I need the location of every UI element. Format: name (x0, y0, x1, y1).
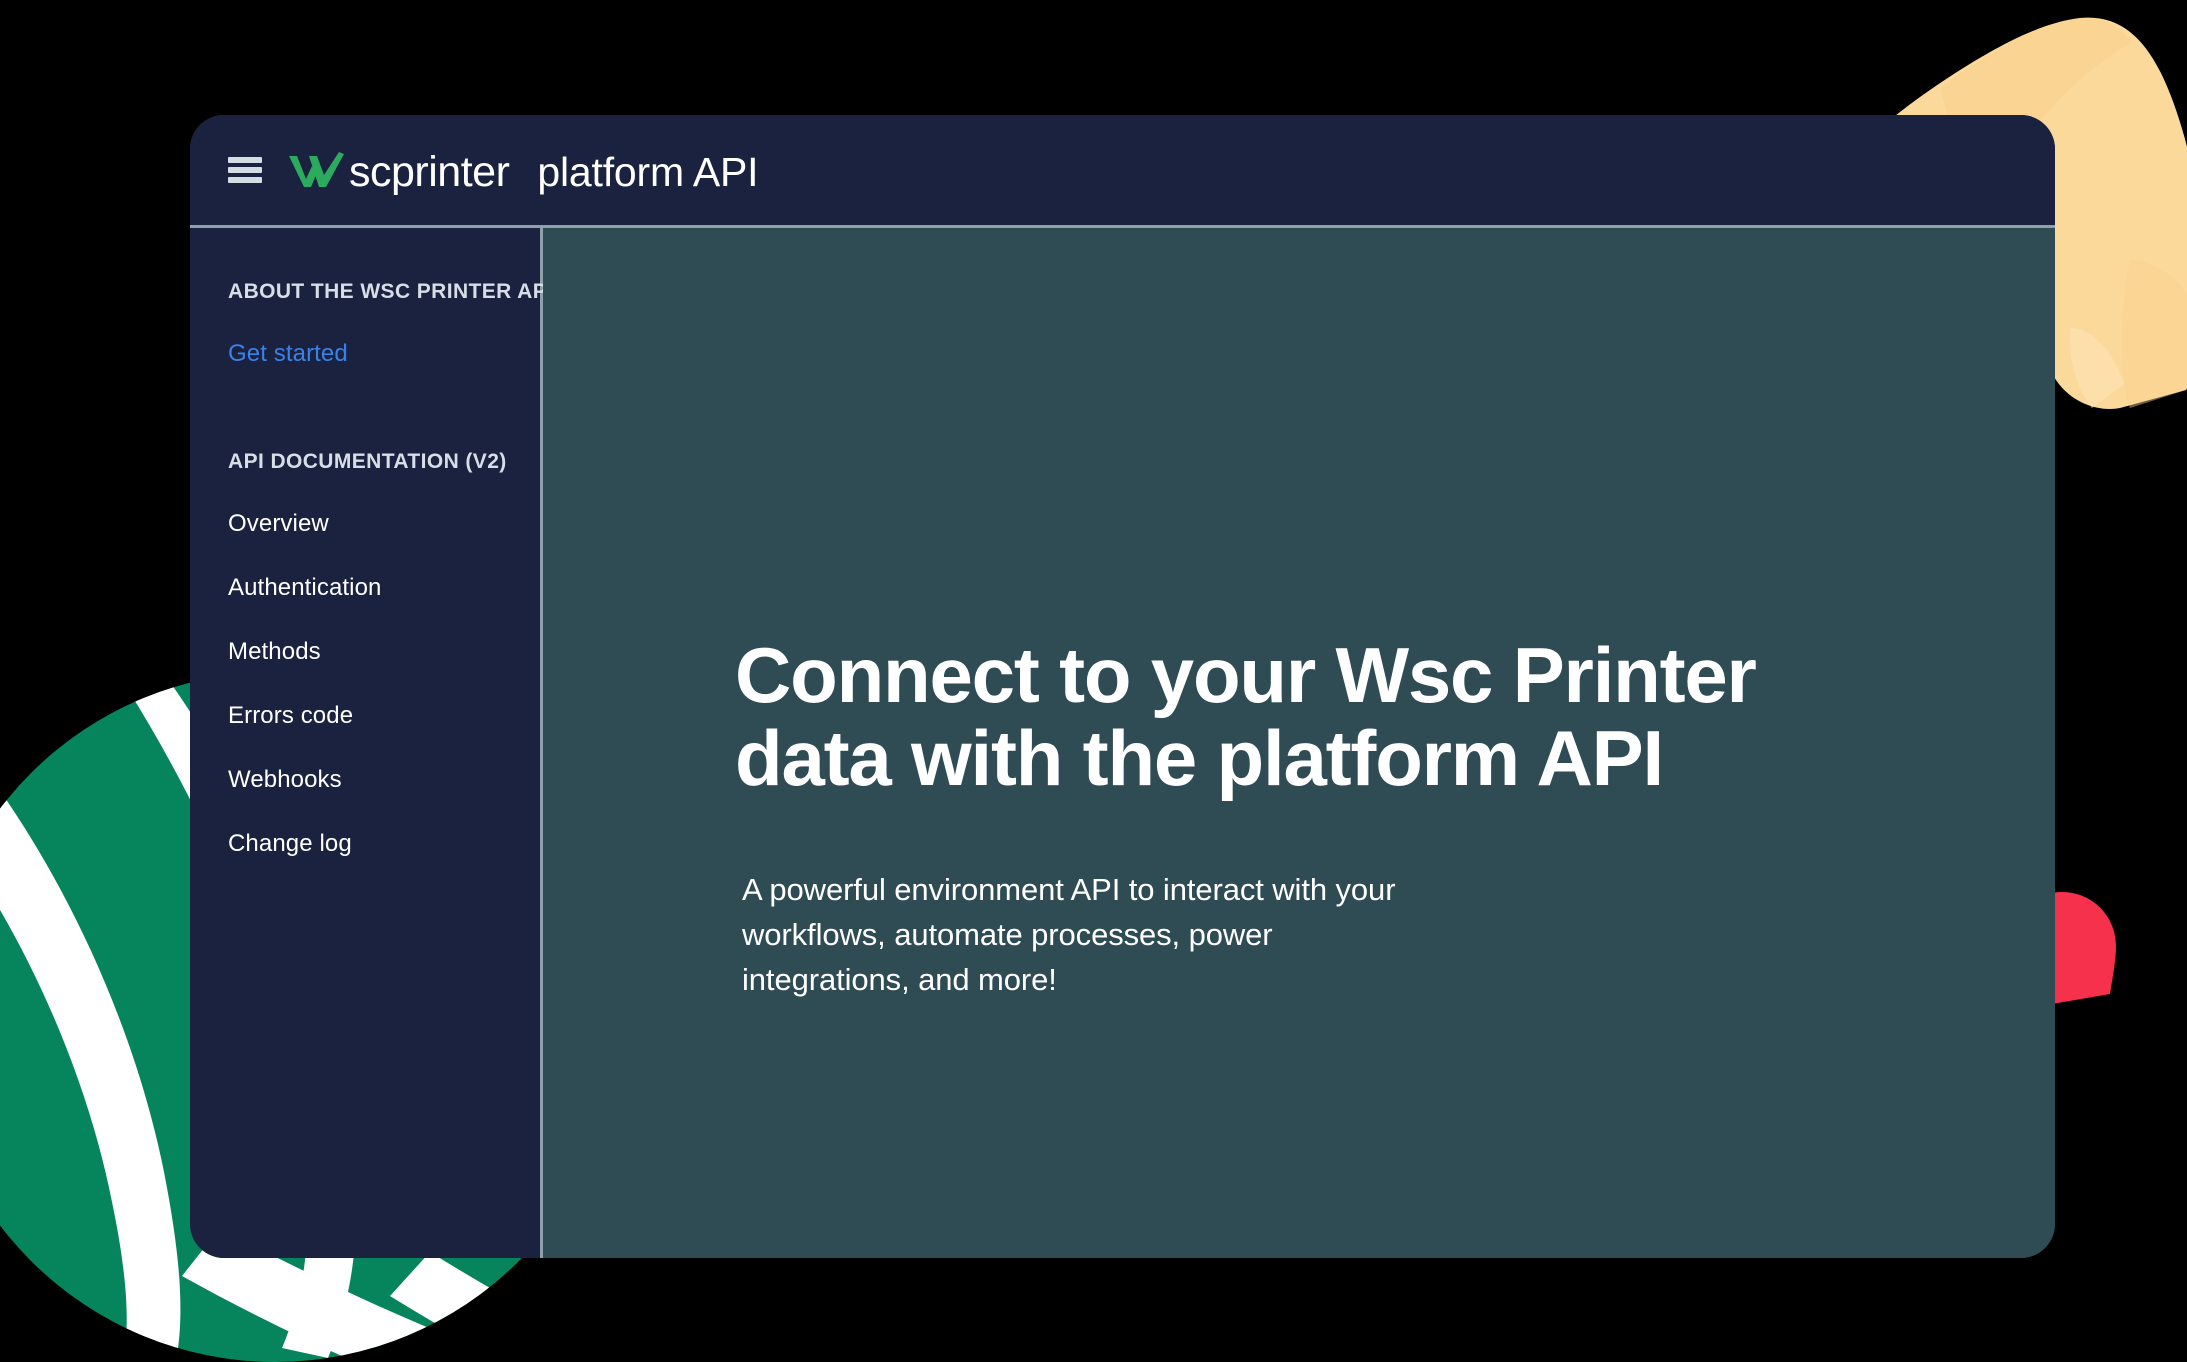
brand-logo[interactable]: scprinter (287, 147, 510, 196)
sidebar-item-overview[interactable]: Overview (228, 510, 540, 538)
sidebar-section-api-documentation: API DOCUMENTATION (V2) Overview Authenti… (228, 450, 540, 858)
app-title: platform API (537, 148, 759, 195)
app-header-bar: scprinter platform API (190, 115, 2055, 228)
hamburger-bar (228, 167, 262, 173)
page-title: Connect to your Wsc Printer data with th… (735, 631, 1757, 803)
hamburger-bar (228, 157, 262, 163)
hero-block: Connect to your Wsc Printer data with th… (735, 631, 1995, 1003)
sidebar-section-title: API DOCUMENTATION (V2) (228, 450, 507, 473)
sidebar-item-webhooks[interactable]: Webhooks (228, 766, 540, 794)
hamburger-bar (228, 177, 262, 183)
page-background: scprinter platform API ABOUT THE WSC PRI… (0, 0, 2187, 1362)
page-subtitle: A powerful environment API to interact w… (742, 871, 1396, 997)
sidebar-item-errors-code[interactable]: Errors code (228, 702, 540, 730)
sidebar-item-change-log[interactable]: Change log (228, 830, 540, 858)
hamburger-menu-icon[interactable] (228, 157, 262, 183)
sidebar-section-title: ABOUT THE WSC PRINTER API (228, 280, 554, 303)
sidebar-section-about: ABOUT THE WSC PRINTER API Get started (228, 280, 554, 368)
wsc-w-checkmark-icon (289, 152, 344, 187)
sidebar-item-authentication[interactable]: Authentication (228, 574, 540, 602)
sidebar-navigation: ABOUT THE WSC PRINTER API Get started AP… (190, 228, 554, 1258)
main-content: Connect to your Wsc Printer data with th… (543, 228, 2055, 1258)
app-body: ABOUT THE WSC PRINTER API Get started AP… (190, 228, 2055, 1258)
sidebar-item-methods[interactable]: Methods (228, 638, 540, 666)
app-window-card: scprinter platform API ABOUT THE WSC PRI… (190, 115, 2055, 1258)
brand-wordmark: scprinter (349, 147, 510, 196)
sidebar-item-get-started[interactable]: Get started (228, 340, 540, 368)
